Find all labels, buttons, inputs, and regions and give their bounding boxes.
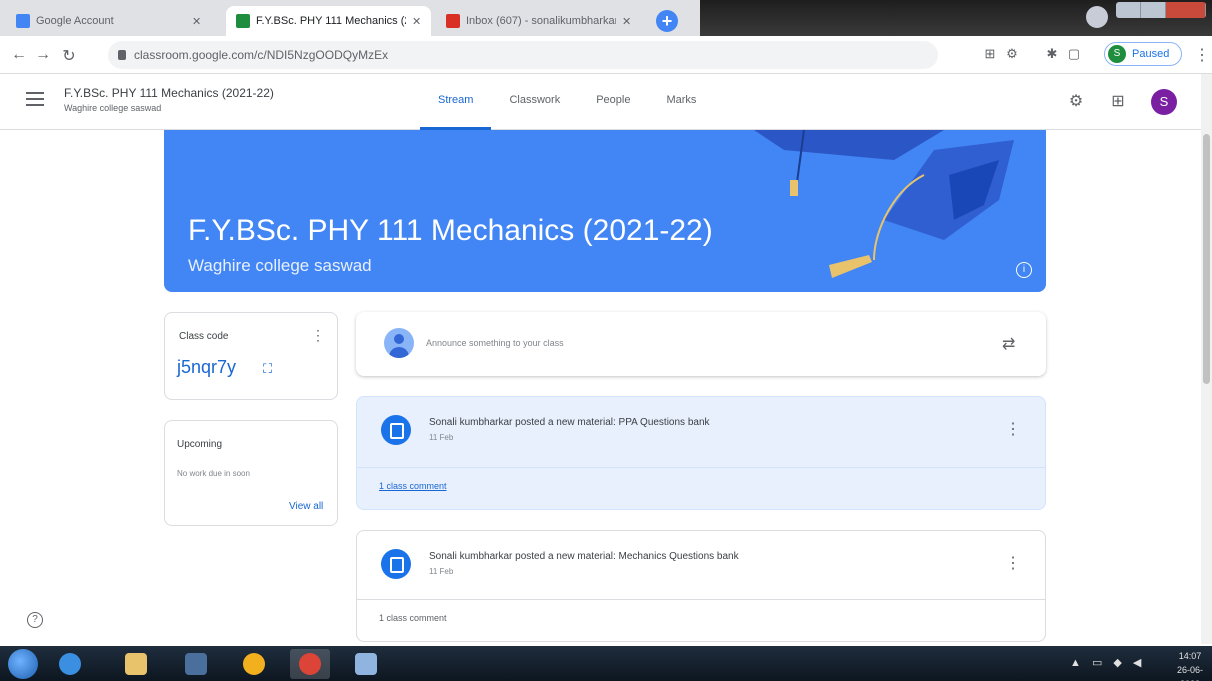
taskbar-chrome-active-icon[interactable] (290, 649, 330, 679)
announce-placeholder[interactable]: Announce something to your class (426, 338, 564, 348)
sidepanel-icon[interactable]: ▢ (1066, 46, 1082, 62)
tab-title: Google Account (36, 15, 114, 27)
user-avatar (384, 328, 414, 358)
post-date: 11 Feb (429, 433, 454, 442)
apps-grid-icon[interactable]: ⊞ (1108, 92, 1128, 112)
clock-time: 14:07 (1178, 651, 1202, 661)
fullscreen-icon[interactable]: ⛶ (263, 361, 272, 377)
banner-class-title: F.Y.BSc. PHY 111 Mechanics (2021-22) (188, 214, 713, 247)
tab-marks[interactable]: Marks (648, 74, 714, 130)
browser-tab-gmail[interactable]: Inbox (607) - sonalikumbharkar ✕ (436, 6, 641, 36)
class-nav-tabs: Stream Classwork People Marks (420, 74, 714, 130)
help-icon[interactable]: ? (27, 612, 43, 628)
back-arrow-icon[interactable]: ← (10, 46, 28, 64)
post-more-options-icon[interactable]: ⋮ (1005, 553, 1021, 573)
upcoming-empty-text: No work due in soon (177, 469, 250, 478)
upcoming-title: Upcoming (177, 439, 223, 450)
material-icon (381, 549, 411, 579)
profile-avatar: S (1108, 45, 1126, 63)
tab-classwork[interactable]: Classwork (491, 74, 578, 130)
more-options-icon[interactable]: ⋮ (311, 327, 325, 344)
header-class-section: Waghire college saswad (64, 103, 162, 113)
taskbar-chrome-icon[interactable] (234, 649, 274, 679)
class-code-card: Class code ⋮ j5nqr7y ⛶ (164, 312, 338, 400)
material-icon (381, 415, 411, 445)
tab-stream[interactable]: Stream (420, 74, 492, 130)
classroom-header: F.Y.BSc. PHY 111 Mechanics (2021-22) Wag… (0, 74, 1212, 130)
classroom-favicon-icon (236, 14, 250, 28)
profile-paused-button[interactable]: S Paused (1104, 42, 1182, 66)
taskbar-clock[interactable]: 14:07 26-06-2022 (1168, 649, 1212, 681)
taskbar-ie-icon[interactable] (50, 649, 90, 679)
taskbar-explorer-icon[interactable] (116, 649, 156, 679)
taskbar-app-icon[interactable] (346, 649, 386, 679)
forward-arrow-icon[interactable]: → (34, 46, 52, 64)
google-favicon-icon (16, 14, 30, 28)
windows-taskbar: ▲ ▭ ◆ ◀ 14:07 26-06-2022 (0, 646, 1212, 681)
maximize-button[interactable] (1141, 2, 1167, 18)
scrollbar-thumb[interactable] (1203, 134, 1210, 384)
tab-title: F.Y.BSc. PHY 111 Mechanics (2021-22) (256, 15, 406, 27)
extension-icon[interactable]: ⊞ (982, 46, 998, 62)
main-menu-icon[interactable] (26, 92, 44, 106)
browser-tab-classroom[interactable]: F.Y.BSc. PHY 111 Mechanics (2021-22) ✕ (226, 6, 432, 36)
upcoming-card: Upcoming No work due in soon View all (164, 420, 338, 526)
url-text[interactable]: classroom.google.com/c/NDI5NzgOODQyMzEx (134, 48, 388, 62)
close-tab-icon[interactable]: ✕ (412, 15, 421, 28)
repost-swap-icon[interactable]: ⇄ (1002, 334, 1015, 354)
header-class-name[interactable]: F.Y.BSc. PHY 111 Mechanics (2021-22) (64, 86, 274, 100)
banner-class-subtitle: Waghire college saswad (188, 256, 372, 275)
system-tray-icons[interactable]: ▲ ▭ ◆ ◀ (1070, 656, 1145, 669)
class-settings-gear-icon[interactable]: ⚙ (1066, 92, 1086, 112)
browser-tab-google-account[interactable]: Google Account ✕ (6, 6, 211, 36)
graduation-cap-illustration (754, 130, 1014, 278)
post-more-options-icon[interactable]: ⋮ (1005, 419, 1021, 439)
browser-menu-icon[interactable]: ⋮ (1194, 45, 1210, 65)
stream-post[interactable]: Sonali kumbharkar posted a new material:… (356, 530, 1046, 642)
close-window-button[interactable] (1166, 2, 1206, 18)
extension-icon[interactable]: ⚙ (1004, 46, 1020, 62)
window-profile-icon[interactable] (1086, 6, 1108, 28)
browser-toolbar: ← → ↻ classroom.google.com/c/NDI5NzgOODQ… (0, 36, 1212, 74)
clock-date: 26-06-2022 (1176, 665, 1203, 681)
announce-box[interactable]: Announce something to your class ⇄ (356, 312, 1046, 376)
post-date: 11 Feb (429, 567, 454, 576)
post-divider (357, 467, 1045, 468)
tab-title: Inbox (607) - sonalikumbharkar (466, 15, 616, 27)
tab-people[interactable]: People (578, 74, 648, 130)
view-all-link[interactable]: View all (289, 501, 323, 512)
class-code-value: j5nqr7y (177, 357, 237, 377)
window-controls (1116, 2, 1206, 18)
windows-start-icon[interactable] (8, 649, 38, 679)
account-avatar[interactable]: S (1151, 89, 1177, 115)
taskbar-media-icon[interactable] (176, 649, 216, 679)
gmail-favicon-icon (446, 14, 460, 28)
post-title[interactable]: Sonali kumbharkar posted a new material:… (429, 551, 739, 562)
class-banner: F.Y.BSc. PHY 111 Mechanics (2021-22) Wag… (164, 130, 1046, 292)
info-icon[interactable]: i (1016, 262, 1032, 278)
post-title[interactable]: Sonali kumbharkar posted a new material:… (429, 417, 710, 428)
class-code-label: Class code (179, 331, 229, 342)
lock-icon (118, 50, 126, 60)
new-tab-plus-icon[interactable]: + (656, 10, 678, 32)
profile-status-label: Paused (1132, 48, 1170, 60)
close-tab-icon[interactable]: ✕ (192, 15, 201, 28)
browser-tab-strip: Google Account ✕ F.Y.BSc. PHY 111 Mechan… (0, 0, 1212, 36)
post-divider (357, 599, 1045, 600)
class-comments-link[interactable]: 1 class comment (379, 613, 447, 623)
class-comments-link[interactable]: 1 class comment (379, 481, 447, 491)
stream-post[interactable]: Sonali kumbharkar posted a new material:… (356, 396, 1046, 510)
page-scrollbar[interactable] (1201, 74, 1212, 644)
address-bar[interactable]: classroom.google.com/c/NDI5NzgOODQyMzEx (108, 41, 938, 69)
close-tab-icon[interactable]: ✕ (622, 15, 631, 28)
puzzle-extensions-icon[interactable]: ✱ (1044, 46, 1060, 62)
reload-icon[interactable]: ↻ (60, 46, 78, 66)
minimize-button[interactable] (1116, 2, 1142, 18)
